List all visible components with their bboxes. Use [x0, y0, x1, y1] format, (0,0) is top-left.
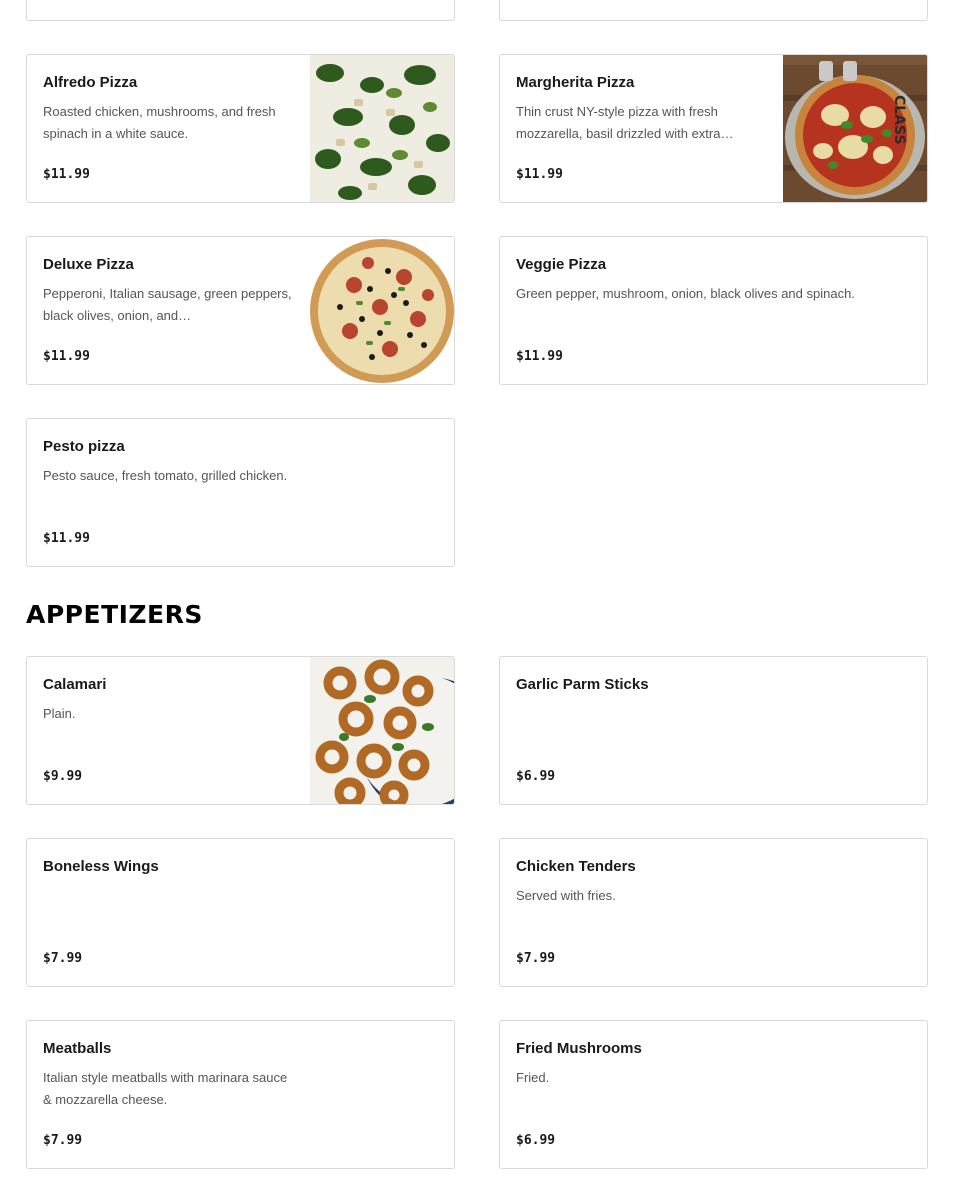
menu-item-card-margherita-pizza[interactable]: Margherita Pizza Thin crust NY-style piz…	[499, 54, 928, 203]
item-description: Italian style meatballs with marinara sa…	[43, 1070, 288, 1107]
calamari-image	[310, 657, 454, 804]
item-description: Pepperoni, Italian sausage, green pepper…	[43, 286, 292, 323]
alfredo-pizza-image	[310, 55, 454, 202]
item-name: Garlic Parm Sticks	[516, 676, 649, 693]
menu-item-card-garlic-parm-sticks[interactable]: Garlic Parm Sticks $6.99	[499, 656, 928, 805]
menu-item-card-partial[interactable]: $	[26, 0, 455, 21]
menu-item-card-fried-mushrooms[interactable]: Fried Mushrooms Fried. $6.99	[499, 1020, 928, 1169]
item-name: Pesto pizza	[43, 438, 125, 455]
menu-item-card-veggie-pizza[interactable]: Veggie Pizza Green pepper, mushroom, oni…	[499, 236, 928, 385]
item-name: Fried Mushrooms	[516, 1040, 642, 1057]
menu-item-card-partial[interactable]: $	[499, 0, 928, 21]
item-price: $11.99	[43, 349, 90, 364]
menu-item-card-chicken-tenders[interactable]: Chicken Tenders Served with fries. $7.99	[499, 838, 928, 987]
item-name: Chicken Tenders	[516, 858, 636, 875]
item-price: $11.99	[43, 531, 90, 546]
menu-item-card-calamari[interactable]: Calamari Plain. $9.99	[26, 656, 455, 805]
menu-page: $ $ Alfredo Pizza Roasted chicken, mushr…	[0, 0, 970, 1184]
menu-item-card-pesto-pizza[interactable]: Pesto pizza Pesto sauce, fresh tomato, g…	[26, 418, 455, 567]
item-name: Boneless Wings	[43, 858, 159, 875]
item-description: Fried.	[516, 1070, 550, 1085]
menu-item-card-deluxe-pizza[interactable]: Deluxe Pizza Pepperoni, Italian sausage,…	[26, 236, 455, 385]
item-name: Calamari	[43, 676, 107, 693]
item-price: $11.99	[43, 167, 90, 182]
item-description: Served with fries.	[516, 888, 616, 903]
menu-item-card-meatballs[interactable]: Meatballs Italian style meatballs with m…	[26, 1020, 455, 1169]
item-price: $7.99	[516, 951, 556, 966]
item-price: $9.99	[43, 769, 83, 784]
menu-item-card-alfredo-pizza[interactable]: Alfredo Pizza Roasted chicken, mushrooms…	[26, 54, 455, 203]
appetizers-section-title: APPETIZERS	[26, 600, 203, 629]
item-description: Green pepper, mushroom, onion, black oli…	[516, 286, 855, 301]
item-name: Veggie Pizza	[516, 256, 607, 273]
item-name: Deluxe Pizza	[43, 256, 134, 273]
margherita-pizza-image: CLASS	[783, 55, 927, 202]
item-price: $11.99	[516, 167, 563, 182]
item-price: $6.99	[516, 1133, 556, 1148]
item-price: $6.99	[516, 769, 556, 784]
item-description: Roasted chicken, mushrooms, and fresh sp…	[43, 104, 276, 141]
item-price: $7.99	[43, 1133, 83, 1148]
item-description: Thin crust NY-style pizza with fresh moz…	[516, 104, 734, 141]
item-price: $7.99	[43, 951, 83, 966]
item-description: Plain.	[43, 706, 76, 721]
item-description: Pesto sauce, fresh tomato, grilled chick…	[43, 468, 288, 483]
item-price: $11.99	[516, 349, 563, 364]
svg-text:CLASS: CLASS	[891, 95, 907, 145]
item-name: Alfredo Pizza	[43, 74, 138, 91]
item-name: Meatballs	[43, 1040, 112, 1057]
deluxe-pizza-image	[310, 237, 454, 384]
item-name: Margherita Pizza	[516, 74, 635, 91]
menu-item-card-boneless-wings[interactable]: Boneless Wings $7.99	[26, 838, 455, 987]
